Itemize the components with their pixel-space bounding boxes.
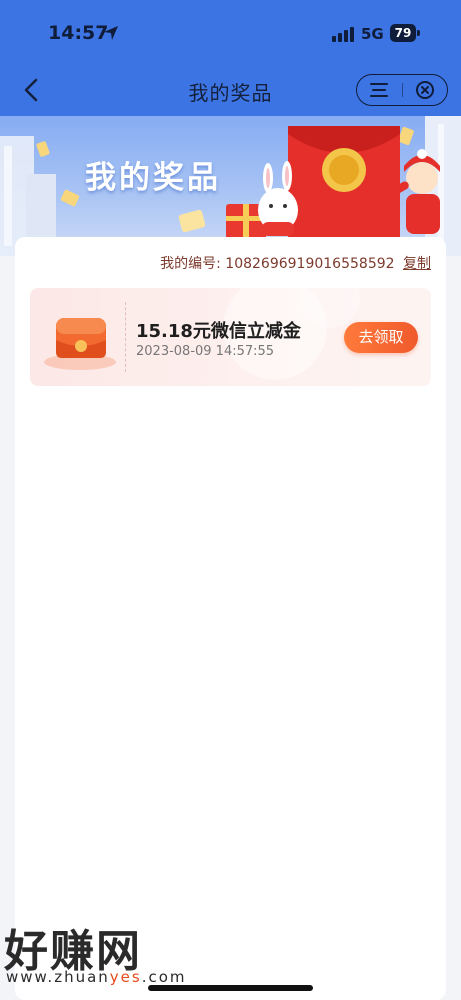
user-id-line: 我的编号: 1082696919016558592 复制 (160, 253, 431, 273)
battery-cap (417, 30, 420, 36)
prize-divider (125, 302, 126, 372)
watermark: 好赚网 www.zhuanyes.com (4, 915, 204, 990)
red-envelope-icon (44, 318, 116, 370)
watermark-url-suffix: .com (141, 968, 187, 986)
prize-banner: 我的奖品 (0, 116, 461, 256)
user-id-label: 我的编号: (160, 256, 221, 272)
battery-level: 79 (390, 24, 416, 42)
network-label: 5G (361, 25, 384, 43)
user-id-value: 1082696919016558592 (225, 256, 395, 272)
banner-title: 我的奖品 (85, 160, 221, 196)
menu-icon[interactable] (369, 81, 389, 99)
status-bar: 14:57 5G 79 (0, 0, 461, 64)
nav-bar: 我的奖品 (0, 64, 461, 116)
copy-link[interactable]: 复制 (403, 256, 431, 272)
prize-card: 我的编号: 1082696919016558592 复制 15.18元微信立减金… (15, 237, 446, 1000)
prize-item: 15.18元微信立减金 2023-08-09 14:57:55 去领取 (30, 288, 431, 386)
watermark-url-prefix: www.zhuan (6, 968, 110, 986)
banner-illustration (0, 116, 461, 256)
watermark-url: www.zhuanyes.com (6, 968, 187, 986)
watermark-url-highlight: yes (109, 968, 142, 986)
battery-icon: 79 (390, 24, 420, 42)
capsule-divider (402, 83, 403, 97)
status-time: 14:57 (48, 22, 109, 44)
claim-button[interactable]: 去领取 (344, 322, 418, 353)
prize-name: 15.18元微信立减金 (136, 321, 301, 342)
prize-date: 2023-08-09 14:57:55 (136, 344, 275, 359)
home-indicator[interactable] (148, 985, 313, 991)
location-arrow-icon (104, 26, 118, 40)
mini-program-capsule (356, 74, 448, 106)
signal-icon (332, 27, 354, 42)
close-icon[interactable] (415, 80, 435, 100)
